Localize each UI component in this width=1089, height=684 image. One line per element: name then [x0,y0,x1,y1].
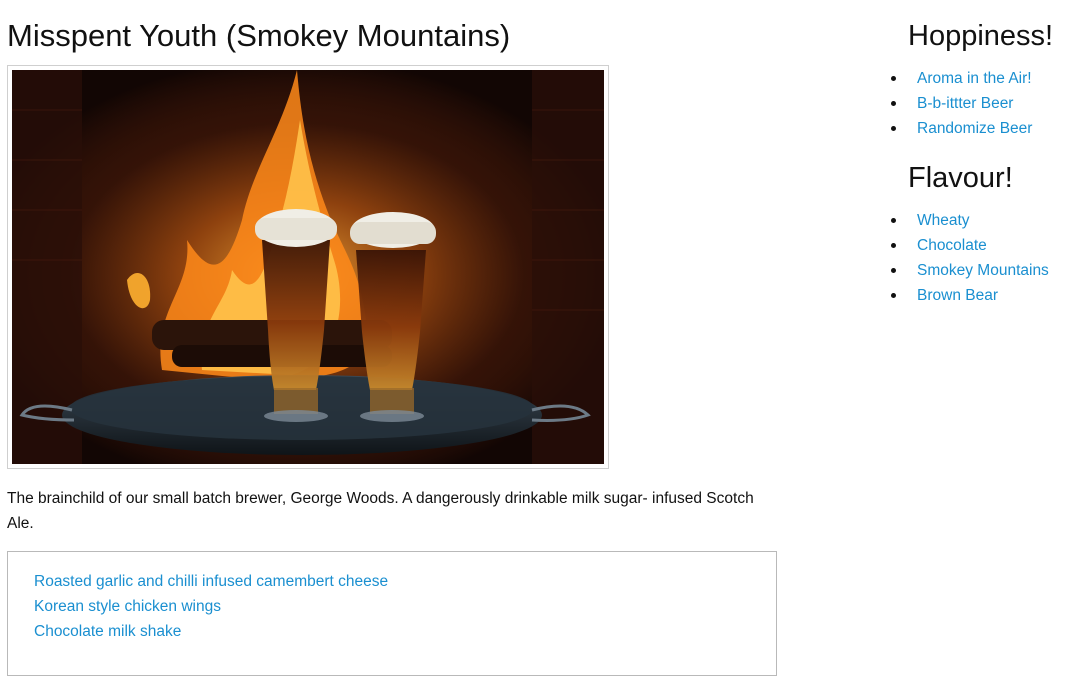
list-item: Aroma in the Air! [890,66,1032,91]
fireplace-beer-image [12,70,604,464]
page-title: Misspent Youth (Smokey Mountains) [7,18,511,53]
list-item: Korean style chicken wings [34,594,776,619]
list-item: Roasted garlic and chilli infused camemb… [34,569,776,594]
sidebar-item-chocolate[interactable]: Chocolate [917,237,987,254]
list-item: Brown Bear [891,283,1049,308]
list-item: Smokey Mountains [891,258,1049,283]
sidebar-item-smokey-mountains[interactable]: Smokey Mountains [917,262,1049,279]
list-item: Chocolate milk shake [34,619,776,644]
flavour-heading: Flavour! [908,162,1013,194]
sidebar-item-aroma[interactable]: Aroma in the Air! [917,70,1032,87]
flavour-list: Wheaty Chocolate Smokey Mountains Brown … [890,208,1049,308]
sidebar-item-randomize[interactable]: Randomize Beer [917,120,1032,137]
list-item: Wheaty [891,208,1049,233]
beer-description: The brainchild of our small batch brewer… [7,490,754,532]
sidebar-item-bitter[interactable]: B-b-ittter Beer [917,95,1013,112]
food-pairings-list: Roasted garlic and chilli infused camemb… [34,569,776,644]
pairing-link[interactable]: Chocolate milk shake [34,623,181,640]
pairing-link[interactable]: Roasted garlic and chilli infused camemb… [34,573,388,590]
list-item: Randomize Beer [890,116,1032,141]
sidebar-item-brown-bear[interactable]: Brown Bear [917,287,998,304]
list-item: B-b-ittter Beer [890,91,1032,116]
hoppiness-heading: Hoppiness! [908,20,1054,52]
list-item: Chocolate [891,233,1049,258]
sidebar-item-wheaty[interactable]: Wheaty [917,212,970,229]
pairing-link[interactable]: Korean style chicken wings [34,598,221,615]
food-pairings-box: Roasted garlic and chilli infused camemb… [7,551,777,676]
hoppiness-list: Aroma in the Air! B-b-ittter Beer Random… [890,66,1032,141]
beer-photo [7,65,609,469]
